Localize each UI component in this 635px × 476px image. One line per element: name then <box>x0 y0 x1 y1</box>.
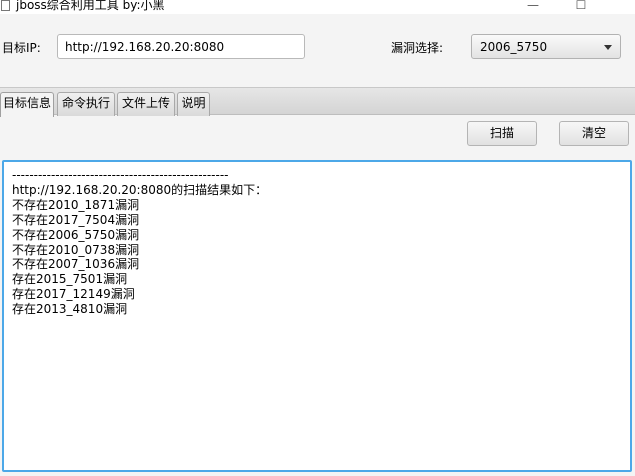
clear-button[interactable]: 清空 <box>559 121 629 146</box>
vuln-select-value: 2006_5750 <box>480 40 548 54</box>
maximize-button[interactable]: ☐ <box>571 0 591 13</box>
output-line: 存在2013_4810漏洞 <box>12 302 128 317</box>
vuln-select-dropdown[interactable]: 2006_5750 <box>471 34 621 59</box>
target-ip-input[interactable] <box>57 34 305 59</box>
title-bar: jboss综合利用工具 by:小黑 — ☐ <box>0 0 635 14</box>
chevron-down-icon <box>604 45 612 50</box>
output-line: 存在2017_12149漏洞 <box>12 287 135 302</box>
output-line: http://192.168.20.20:8080的扫描结果如下： <box>12 182 268 197</box>
tab-command-exec[interactable]: 命令执行 <box>57 92 115 116</box>
output-line: ----------------------------------------… <box>12 168 229 182</box>
window-title: jboss综合利用工具 by:小黑 <box>16 0 165 12</box>
app-icon <box>1 0 10 11</box>
target-ip-label: 目标IP: <box>2 41 41 55</box>
vuln-select-label: 漏洞选择: <box>391 41 444 55</box>
output-line: 不存在2010_0738漏洞 <box>12 242 140 257</box>
minimize-button[interactable]: — <box>523 0 543 13</box>
output-line: 不存在2006_5750漏洞 <box>12 227 140 242</box>
output-line: 不存在2007_1036漏洞 <box>12 257 140 272</box>
scan-button[interactable]: 扫描 <box>467 121 537 146</box>
tab-bar: 目标信息 命令执行 文件上传 说明 <box>0 87 635 117</box>
output-line: 不存在2017_7504漏洞 <box>12 212 140 227</box>
tab-target-info[interactable]: 目标信息 <box>0 92 54 117</box>
output-line: 存在2015_7501漏洞 <box>12 272 128 287</box>
tab-help[interactable]: 说明 <box>177 92 210 116</box>
output-line: 不存在2010_1871漏洞 <box>12 197 140 212</box>
tab-file-upload[interactable]: 文件上传 <box>117 92 175 116</box>
scan-output-textarea[interactable]: ----------------------------------------… <box>2 160 632 472</box>
